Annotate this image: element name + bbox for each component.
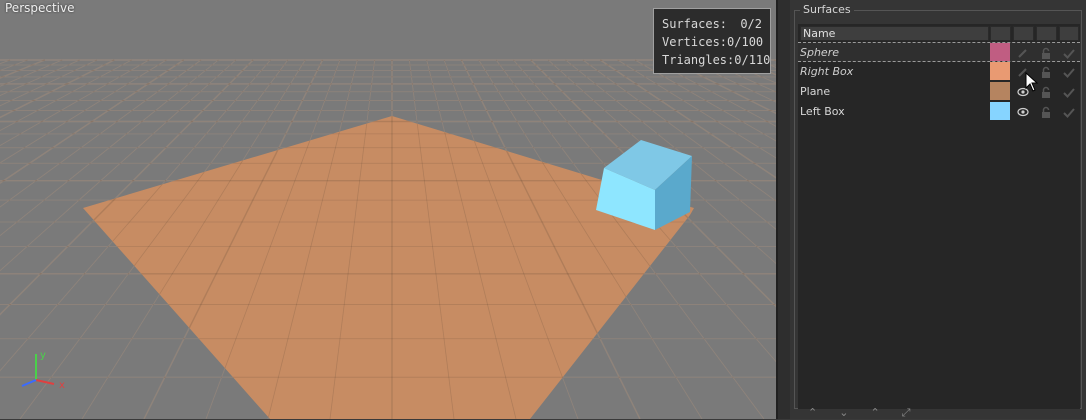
grid-line	[756, 59, 776, 68]
grid-line	[686, 59, 776, 103]
surface-color-swatch[interactable]	[990, 43, 1010, 61]
surface-name: Plane	[800, 85, 831, 98]
viewport-perspective[interactable]: Perspective Surfaces: 0/2 Vertices: 0/10…	[0, 0, 778, 419]
lock-icon[interactable]	[1036, 103, 1056, 121]
grid-line	[686, 59, 776, 103]
stats-label: Vertices:	[662, 35, 728, 49]
stats-value: 0/100	[727, 35, 764, 49]
stats-label: Surfaces:	[662, 17, 728, 31]
expand-icon[interactable]: ⤢	[902, 406, 911, 420]
surfaces-panel: Surfaces Name Sphere Right Box Plane Left B…	[778, 0, 1086, 419]
move-top-icon[interactable]: ⌃	[870, 406, 879, 420]
panel-gutter	[778, 0, 790, 419]
z-axis-line	[21, 379, 37, 387]
stats-label: Triangles:	[662, 53, 735, 67]
grid-line	[652, 59, 776, 127]
column-header-lock[interactable]	[1036, 26, 1057, 41]
stats-overlay: Surfaces: 0/2 Vertices: 0/100 Triangles:…	[653, 8, 771, 74]
grid-line	[652, 59, 776, 127]
lock-icon[interactable]	[1036, 63, 1056, 81]
column-header-name[interactable]: Name	[800, 26, 989, 41]
mouse-cursor-icon	[1025, 72, 1039, 92]
grid-line	[721, 59, 776, 84]
x-axis-line	[35, 379, 55, 385]
grid-line	[738, 59, 776, 76]
surface-row[interactable]: Sphere	[798, 42, 1080, 62]
y-axis-label: y	[40, 350, 46, 361]
lock-icon[interactable]	[1036, 44, 1056, 62]
grid-line	[704, 59, 776, 93]
surface-name: Sphere	[800, 46, 839, 59]
column-header-color[interactable]	[990, 26, 1011, 41]
surface-name: Right Box	[800, 65, 854, 78]
grid-line	[721, 59, 776, 84]
column-header-visible[interactable]	[1013, 26, 1034, 41]
grid-line	[738, 59, 776, 76]
check-icon[interactable]	[1059, 103, 1079, 121]
surfaces-title: Surfaces	[800, 3, 854, 16]
viewport-label: Perspective	[5, 1, 75, 15]
grid-line	[704, 59, 776, 93]
surface-color-swatch[interactable]	[990, 82, 1010, 100]
surface-color-swatch[interactable]	[990, 62, 1010, 80]
surface-color-swatch[interactable]	[990, 102, 1010, 120]
move-down-icon[interactable]: ⌄	[839, 406, 848, 420]
check-icon[interactable]	[1059, 83, 1079, 101]
x-axis-label: x	[59, 380, 65, 391]
move-up-icon[interactable]: ⌃	[808, 406, 817, 420]
lock-icon[interactable]	[1036, 83, 1056, 101]
eye-icon[interactable]	[1013, 103, 1033, 121]
stats-row-triangles: Triangles: 0/110	[662, 51, 770, 69]
column-header-active[interactable]	[1059, 26, 1079, 41]
stats-value: 0/110	[734, 53, 771, 67]
surface-row[interactable]: Left Box	[798, 102, 1080, 122]
stats-row-vertices: Vertices: 0/100	[662, 33, 764, 51]
panel-toolbar: ⌃ ⌄ ⌃ ⤢	[808, 406, 910, 420]
check-icon[interactable]	[1059, 63, 1079, 81]
pencil-icon[interactable]	[1013, 44, 1033, 62]
stats-row-surfaces: Surfaces: 0/2	[662, 15, 762, 33]
stats-value: 0/2	[740, 17, 762, 31]
axis-gizmo: y x	[21, 350, 65, 391]
grid-line	[756, 59, 776, 68]
check-icon[interactable]	[1059, 44, 1079, 62]
surface-name: Left Box	[800, 105, 845, 118]
